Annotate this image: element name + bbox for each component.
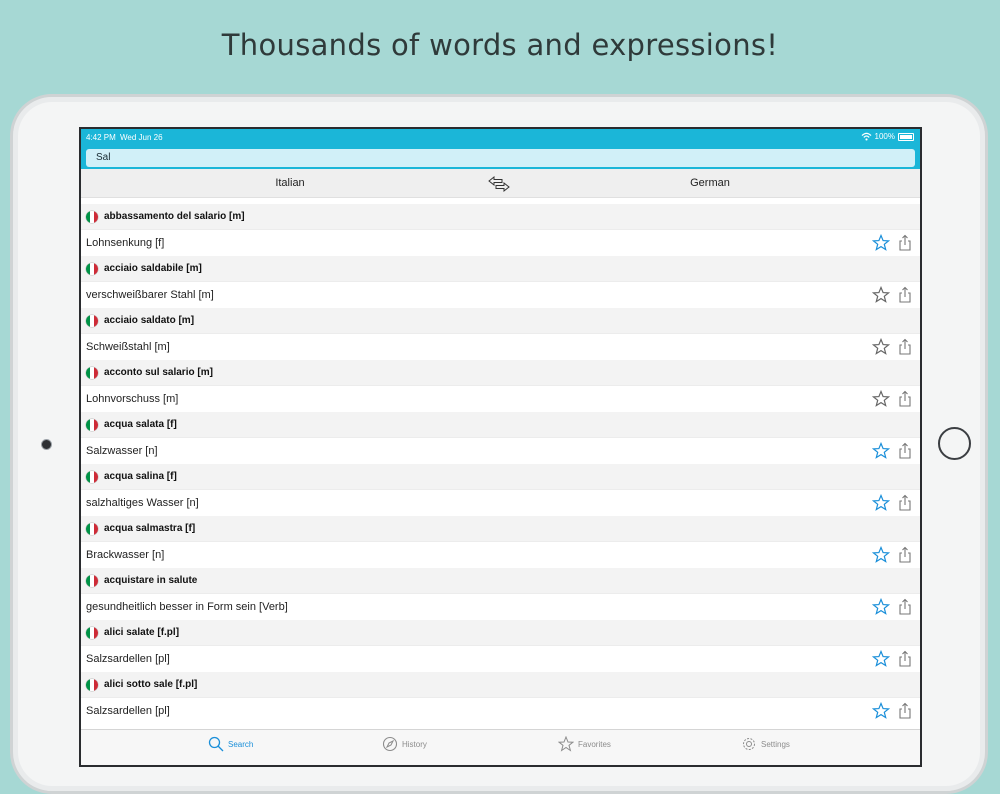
entry-target-row[interactable]: Lohnvorschuss [m] (81, 386, 920, 412)
swap-languages-icon[interactable] (487, 175, 511, 193)
favorite-star-icon[interactable] (872, 494, 890, 512)
share-icon[interactable] (896, 650, 914, 668)
entry-target-row[interactable]: salzhaltiges Wasser [n] (81, 490, 920, 516)
entry-target-row[interactable]: Salzwasser [n] (81, 438, 920, 464)
share-icon[interactable] (896, 546, 914, 564)
entry-source-text: alici salate [f.pl] (104, 627, 180, 638)
italy-flag-icon (86, 470, 98, 483)
entry-target-row[interactable]: Schweißstahl [m] (81, 334, 920, 360)
entry-target-row[interactable]: verschweißbarer Stahl [m] (81, 282, 920, 308)
favorite-star-icon[interactable] (872, 702, 890, 720)
share-icon[interactable] (896, 598, 914, 616)
entry-source-row[interactable]: acquistare in salute (81, 568, 920, 594)
entry-target-text: Salzwasser [n] (86, 445, 158, 457)
entry-source-row[interactable]: acqua salmastra [f] (81, 516, 920, 542)
share-icon[interactable] (896, 286, 914, 304)
favorite-star-icon[interactable] (872, 650, 890, 668)
results-list: abbassamento del salario [m] Lohnsenkung … (81, 204, 920, 724)
italy-flag-icon (86, 522, 98, 535)
entry-target-text: Schweißstahl [m] (86, 341, 170, 353)
home-button[interactable] (938, 427, 971, 460)
share-icon[interactable] (896, 234, 914, 252)
entry-source-text: acqua salina [f] (104, 471, 177, 482)
battery-percent: 100% (874, 132, 895, 141)
entry-target-row[interactable]: Salzsardellen [pl] (81, 646, 920, 672)
share-icon[interactable] (896, 702, 914, 720)
entry-source-text: alici sotto sale [f.pl] (104, 679, 198, 690)
italy-flag-icon (86, 366, 98, 379)
entry-source-row[interactable]: acciaio saldato [m] (81, 308, 920, 334)
italy-flag-icon (86, 626, 98, 639)
entry-source-text: acqua salata [f] (104, 419, 177, 430)
tab-search-label: Search (228, 739, 254, 749)
italy-flag-icon (86, 314, 98, 327)
status-bar: 4:42 PM Wed Jun 26 100% (81, 129, 920, 145)
favorite-star-icon[interactable] (872, 390, 890, 408)
favorite-star-icon[interactable] (872, 234, 890, 252)
status-time: 4:42 PM (86, 133, 116, 142)
status-date: Wed Jun 26 (120, 133, 163, 142)
entry-target-row[interactable]: Brackwasser [n] (81, 542, 920, 568)
entry-source-row[interactable]: alici sotto sale [f.pl] (81, 672, 920, 698)
share-icon[interactable] (896, 338, 914, 356)
entry-target-text: salzhaltiges Wasser [n] (86, 497, 199, 509)
share-icon[interactable] (896, 494, 914, 512)
entry-source-row[interactable]: acqua salata [f] (81, 412, 920, 438)
tab-favorites-label: Favorites (578, 739, 611, 749)
entry-target-row[interactable]: Lohnsenkung [f] (81, 230, 920, 256)
italy-flag-icon (86, 678, 98, 691)
italy-flag-icon (86, 574, 98, 587)
entry-target-text: Salzsardellen [pl] (86, 653, 170, 665)
entry-target-text: Lohnsenkung [f] (86, 237, 165, 249)
entry-source-row[interactable]: acciaio saldabile [m] (81, 256, 920, 282)
language-bar: Italian German (81, 169, 920, 198)
entry-target-row[interactable]: gesundheitlich besser in Form sein [Verb… (81, 594, 920, 620)
entry-target-text: Lohnvorschuss [m] (86, 393, 179, 405)
entry-target-text: Brackwasser [n] (86, 549, 165, 561)
source-language[interactable]: Italian (275, 177, 304, 189)
italy-flag-icon (86, 262, 98, 275)
italy-flag-icon (86, 418, 98, 431)
entry-source-row[interactable]: acqua salina [f] (81, 464, 920, 490)
favorite-star-icon[interactable] (872, 338, 890, 356)
entry-target-text: Salzsardellen [pl] (86, 705, 170, 717)
search-input[interactable] (86, 148, 915, 167)
tab-settings-label: Settings (761, 739, 790, 749)
share-icon[interactable] (896, 442, 914, 460)
entry-target-row[interactable]: Salzsardellen [pl] (81, 698, 920, 724)
search-bar (81, 145, 920, 169)
entry-source-text: acqua salmastra [f] (104, 523, 196, 534)
entry-source-row[interactable]: abbassamento del salario [m] (81, 204, 920, 230)
tab-bar: Search History Favorites Settings (81, 729, 920, 765)
entry-source-text: acquistare in salute (104, 575, 198, 586)
entry-target-text: gesundheitlich besser in Form sein [Verb… (86, 601, 288, 613)
entry-source-row[interactable]: alici salate [f.pl] (81, 620, 920, 646)
entry-source-text: acciaio saldabile [m] (104, 263, 202, 274)
entry-source-text: acconto sul salario [m] (104, 367, 213, 378)
headline: Thousands of words and expressions! (221, 28, 779, 62)
tab-history-label: History (402, 739, 427, 749)
camera-icon (41, 439, 52, 450)
wifi-icon (861, 132, 871, 141)
favorite-star-icon[interactable] (872, 442, 890, 460)
entry-source-text: abbassamento del salario [m] (104, 211, 245, 222)
favorite-star-icon[interactable] (872, 598, 890, 616)
app-screen: 4:42 PM Wed Jun 26 100% Italian German a… (79, 127, 922, 767)
favorite-star-icon[interactable] (872, 286, 890, 304)
favorite-star-icon[interactable] (872, 546, 890, 564)
entry-source-row[interactable]: acconto sul salario [m] (81, 360, 920, 386)
italy-flag-icon (86, 210, 98, 223)
battery-icon (898, 132, 914, 141)
target-language[interactable]: German (690, 177, 730, 189)
entry-target-text: verschweißbarer Stahl [m] (86, 289, 214, 301)
entry-source-text: acciaio saldato [m] (104, 315, 195, 326)
share-icon[interactable] (896, 390, 914, 408)
